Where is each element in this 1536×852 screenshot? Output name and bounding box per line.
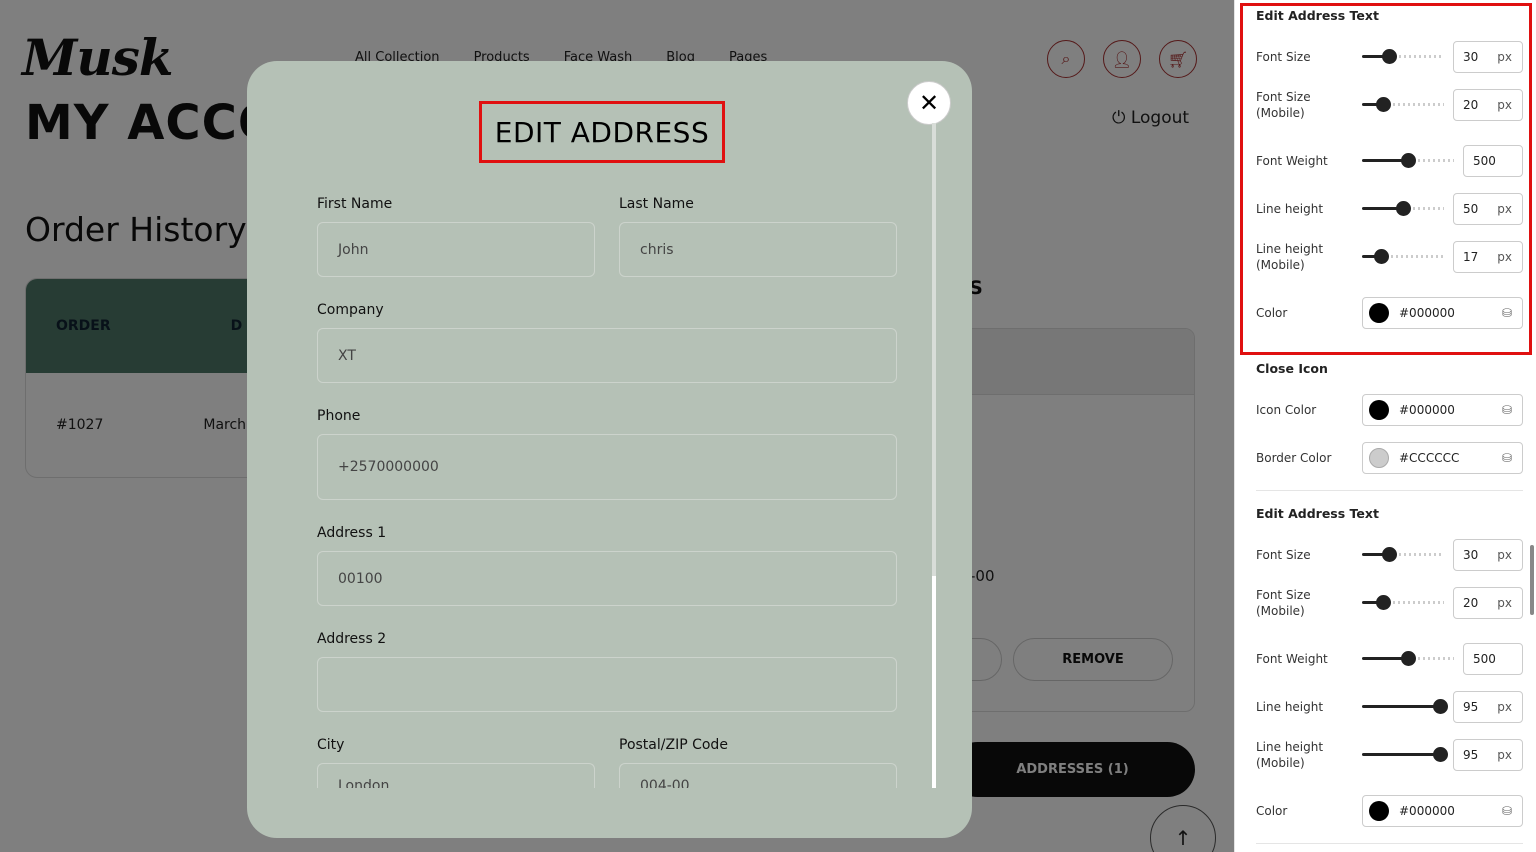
slider-track bbox=[1389, 553, 1444, 556]
slider-thumb[interactable] bbox=[1401, 651, 1416, 666]
company-label: Company bbox=[317, 302, 384, 318]
last-name-field[interactable]: chris bbox=[619, 222, 897, 277]
slider-thumb[interactable] bbox=[1432, 747, 1448, 762]
font-size-mobile-value: 20 bbox=[1463, 596, 1479, 610]
border-color-label: Border Color bbox=[1256, 451, 1332, 465]
slider-thumb[interactable] bbox=[1375, 595, 1391, 610]
font-size-mobile-label: Font Size (Mobile) bbox=[1256, 588, 1311, 618]
section-divider bbox=[1256, 490, 1523, 491]
address1-field[interactable]: 00100 bbox=[317, 551, 897, 606]
color-label: Color bbox=[1256, 804, 1288, 818]
line-height-mobile-slider[interactable] bbox=[1362, 747, 1448, 762]
color-swatch[interactable] bbox=[1369, 400, 1389, 420]
unit-label: px bbox=[1497, 596, 1512, 610]
line-height-label: Line height bbox=[1256, 700, 1324, 714]
slider-fill bbox=[1362, 753, 1440, 756]
highlight-box bbox=[1240, 3, 1532, 355]
color-value: #000000 bbox=[1399, 804, 1455, 818]
last-name-label: Last Name bbox=[619, 196, 694, 212]
icon-color-value: #000000 bbox=[1399, 403, 1455, 417]
line-height-value: 95 bbox=[1463, 700, 1479, 714]
modal-title: EDIT ADDRESS bbox=[494, 115, 710, 149]
edit-address-modal: EDIT ADDRESS ✕ First Name John Last Name… bbox=[247, 61, 972, 838]
first-name-value: John bbox=[338, 241, 369, 258]
company-field[interactable]: XT bbox=[317, 328, 897, 383]
line-height-slider[interactable] bbox=[1362, 699, 1448, 714]
panel-scrollbar[interactable] bbox=[1530, 545, 1534, 615]
city-field[interactable]: London bbox=[317, 763, 595, 788]
address1-value: 00100 bbox=[338, 570, 383, 587]
modal-scrollbar-thumb[interactable] bbox=[932, 576, 936, 788]
font-size-mobile-input[interactable]: 20 px bbox=[1453, 587, 1523, 619]
phone-value: +2570000000 bbox=[338, 459, 439, 475]
unit-label: px bbox=[1497, 548, 1512, 562]
city-label: City bbox=[317, 737, 345, 753]
city-value: London bbox=[338, 778, 390, 788]
font-weight-value: 500 bbox=[1473, 652, 1496, 666]
font-size-slider[interactable] bbox=[1362, 547, 1444, 562]
font-weight-slider[interactable] bbox=[1362, 651, 1454, 666]
edit-address-text-title-2: Edit Address Text bbox=[1256, 506, 1379, 521]
close-icon-section-title: Close Icon bbox=[1256, 361, 1328, 376]
color-swatch[interactable] bbox=[1369, 801, 1389, 821]
address1-label: Address 1 bbox=[317, 525, 387, 541]
color-swatch[interactable] bbox=[1369, 448, 1389, 468]
unit-label: px bbox=[1497, 748, 1512, 762]
unit-label: px bbox=[1497, 700, 1512, 714]
zip-label: Postal/ZIP Code bbox=[619, 737, 728, 753]
close-icon[interactable]: ✕ bbox=[907, 81, 951, 125]
slider-thumb[interactable] bbox=[1432, 699, 1448, 714]
address2-label: Address 2 bbox=[317, 631, 387, 647]
slider-fill bbox=[1362, 705, 1440, 708]
database-icon[interactable]: ⛁ bbox=[1502, 403, 1512, 417]
font-size-label: Font Size bbox=[1256, 548, 1311, 562]
first-name-label: First Name bbox=[317, 196, 393, 212]
font-size-input[interactable]: 30 px bbox=[1453, 539, 1523, 571]
last-name-value: chris bbox=[640, 241, 674, 258]
zip-value: 004-00 bbox=[640, 778, 690, 788]
icon-color-label: Icon Color bbox=[1256, 403, 1317, 417]
slider-thumb[interactable] bbox=[1382, 547, 1398, 562]
database-icon[interactable]: ⛁ bbox=[1502, 804, 1512, 818]
zip-field[interactable]: 004-00 bbox=[619, 763, 897, 788]
font-size-mobile-slider[interactable] bbox=[1362, 595, 1444, 610]
modal-title-highlight: EDIT ADDRESS bbox=[479, 101, 725, 163]
line-height-mobile-label: Line height (Mobile) bbox=[1256, 740, 1324, 770]
slider-track bbox=[1382, 601, 1444, 604]
icon-color-picker[interactable]: #000000 ⛁ bbox=[1362, 394, 1523, 426]
line-height-mobile-value: 95 bbox=[1463, 748, 1479, 762]
font-weight-label: Font Weight bbox=[1256, 652, 1328, 666]
phone-label: Phone bbox=[317, 408, 361, 424]
company-value: XT bbox=[338, 347, 356, 364]
database-icon[interactable]: ⛁ bbox=[1502, 451, 1512, 465]
line-height-mobile-input[interactable]: 95 px bbox=[1453, 739, 1523, 771]
font-weight-input[interactable]: 500 bbox=[1463, 643, 1523, 675]
font-size-value: 30 bbox=[1463, 548, 1479, 562]
border-color-value: #CCCCCC bbox=[1399, 451, 1460, 465]
border-color-picker[interactable]: #CCCCCC ⛁ bbox=[1362, 442, 1523, 474]
address2-field[interactable] bbox=[317, 657, 897, 712]
first-name-field[interactable]: John bbox=[317, 222, 595, 277]
section-divider bbox=[1256, 843, 1523, 844]
line-height-input[interactable]: 95 px bbox=[1453, 691, 1523, 723]
color-picker[interactable]: #000000 ⛁ bbox=[1362, 795, 1523, 827]
phone-field[interactable]: +2570000000 bbox=[317, 434, 897, 500]
